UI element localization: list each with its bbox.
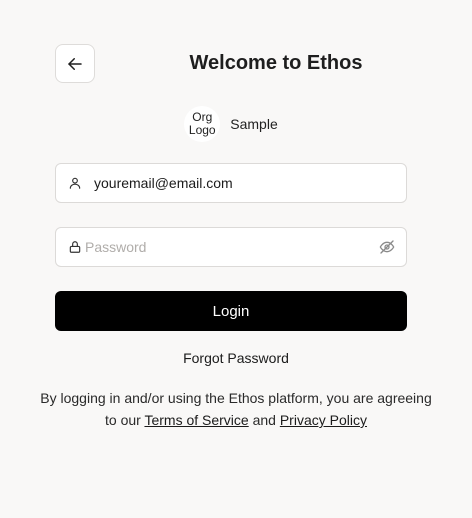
login-page: Welcome to Ethos Org Logo Sample yourema… [0,0,472,518]
page-title: Welcome to Ethos [189,52,363,74]
privacy-policy-link[interactable]: Privacy Policy [280,412,367,428]
org-logo-text-line2: Logo [188,123,216,137]
eye-off-icon[interactable] [378,238,396,256]
legal-notice: By logging in and/or using the Ethos pla… [40,387,432,431]
password-field[interactable] [55,227,407,267]
email-field[interactable] [55,163,407,203]
terms-of-service-link[interactable]: Terms of Service [144,412,248,428]
lock-icon [67,239,83,255]
forgot-password-link[interactable]: Forgot Password [0,350,472,366]
org-logo: Org Logo [184,106,221,142]
user-icon [67,175,83,191]
email-input[interactable] [94,164,406,202]
legal-conjunction-text: and [252,412,276,428]
org-name: Sample [230,116,278,132]
arrow-left-icon [68,57,82,70]
back-button[interactable] [55,44,95,83]
password-input[interactable] [85,228,378,266]
login-button[interactable]: Login [55,291,407,331]
org-info: Org Logo Sample [0,106,472,142]
